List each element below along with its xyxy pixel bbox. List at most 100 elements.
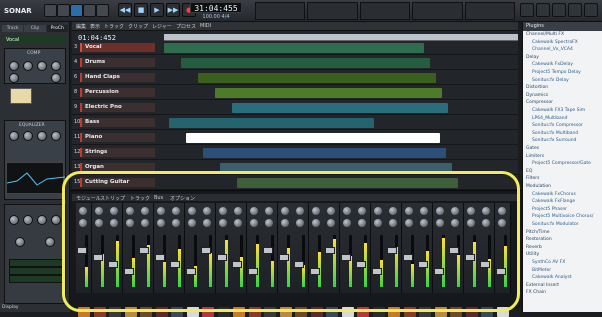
track-name[interactable]: Bass: [82, 118, 155, 127]
strip-thumbnail[interactable]: [372, 307, 385, 317]
gain-knob[interactable]: [280, 219, 289, 227]
volume-fader[interactable]: [263, 247, 273, 254]
plugin-item[interactable]: Gates: [526, 146, 539, 151]
screenset-3-button[interactable]: [552, 3, 566, 17]
track-row[interactable]: 4 Drums: [72, 57, 518, 70]
comp-mix-knob[interactable]: [51, 73, 61, 83]
punch-module[interactable]: [359, 2, 411, 20]
volume-fader[interactable]: [402, 254, 413, 261]
tool-edit-icon[interactable]: [83, 4, 96, 17]
pan-knob[interactable]: [358, 207, 366, 215]
tool-smart-icon[interactable]: [44, 4, 57, 17]
comp-gain-knob[interactable]: [9, 73, 19, 83]
settings-button[interactable]: [584, 3, 598, 17]
track-clip[interactable]: [169, 118, 374, 128]
gain-knob[interactable]: [187, 219, 196, 227]
strip-thumbnail[interactable]: [279, 307, 292, 317]
plugin-item[interactable]: Pitch/Time: [526, 230, 549, 235]
strip-thumbnail[interactable]: [124, 307, 137, 317]
volume-fader[interactable]: [449, 247, 459, 254]
track-clip[interactable]: [198, 73, 436, 83]
play-button[interactable]: ▶: [150, 3, 164, 17]
pan-knob[interactable]: [327, 207, 335, 215]
eq-low-knob[interactable]: [9, 131, 19, 141]
menu-edit[interactable]: 編集: [76, 23, 86, 30]
gain-knob[interactable]: [435, 219, 444, 227]
track-row[interactable]: 8 Percussion: [72, 87, 518, 100]
pan-knob[interactable]: [156, 207, 165, 215]
fx-slot-1[interactable]: [9, 259, 65, 267]
plugin-item[interactable]: Cakewalk FxChorus: [526, 192, 576, 197]
track-row[interactable]: 11 Piano: [72, 132, 518, 145]
volume-fader[interactable]: [139, 247, 149, 254]
plugin-item[interactable]: Sonitus:fx Surround: [526, 138, 576, 143]
performance-module[interactable]: [464, 2, 516, 20]
track-clip[interactable]: [164, 43, 424, 53]
eq-graph[interactable]: [6, 162, 66, 194]
pan-knob[interactable]: [234, 207, 242, 215]
volume-fader[interactable]: [232, 261, 242, 268]
pan-knob[interactable]: [311, 207, 320, 215]
track-name[interactable]: Cutting Guitar: [82, 178, 155, 187]
tool-move-icon[interactable]: [70, 4, 83, 17]
pan-knob[interactable]: [110, 207, 118, 215]
strip-thumbnail[interactable]: [450, 307, 462, 317]
plugin-item[interactable]: Utility: [526, 252, 539, 257]
plugin-item[interactable]: Channel/Multi FX: [526, 32, 564, 37]
menu-track[interactable]: トラック: [104, 23, 124, 30]
volume-fader[interactable]: [387, 247, 397, 254]
volume-fader[interactable]: [309, 268, 320, 275]
plugin-item[interactable]: External Insert: [526, 283, 559, 288]
pan-knob[interactable]: [466, 207, 475, 215]
pan-knob[interactable]: [482, 207, 490, 215]
strip-thumbnail[interactable]: [202, 307, 214, 317]
comp-ratio-knob[interactable]: [23, 61, 33, 71]
volume-fader[interactable]: [108, 261, 118, 268]
layout-button[interactable]: [568, 3, 582, 17]
track-name[interactable]: Percussion: [82, 88, 155, 97]
plugin-item[interactable]: Reverb: [526, 245, 542, 250]
gain-knob[interactable]: [497, 219, 506, 227]
eq-high-knob[interactable]: [51, 131, 61, 141]
strip-thumbnail[interactable]: [217, 307, 230, 317]
markers-module[interactable]: [255, 2, 306, 20]
gain-knob[interactable]: [296, 219, 304, 227]
sat-out-knob[interactable]: [37, 215, 47, 225]
strip-thumbnail[interactable]: [233, 307, 245, 317]
loop-module[interactable]: [307, 2, 358, 20]
menu-layer[interactable]: レジャー: [152, 23, 172, 30]
strip-thumbnail[interactable]: [357, 307, 369, 317]
pan-knob[interactable]: [280, 207, 289, 215]
plugin-item[interactable]: Dynamics: [526, 93, 548, 98]
comp-attack-knob[interactable]: [37, 61, 47, 71]
volume-fader[interactable]: [154, 254, 165, 261]
gain-knob[interactable]: [404, 219, 413, 227]
inspector-status[interactable]: Display: [0, 304, 70, 312]
menu-view[interactable]: 表示: [90, 23, 100, 30]
gain-knob[interactable]: [451, 219, 459, 227]
rewind-button[interactable]: ◀◀: [118, 3, 132, 17]
track-name[interactable]: Hand Claps: [82, 73, 155, 82]
track-name[interactable]: Organ: [82, 163, 155, 172]
track-clip[interactable]: [181, 58, 430, 68]
plugin-item[interactable]: Channel_Vx_VCA4: [526, 47, 573, 52]
strip-thumbnail[interactable]: [310, 307, 323, 317]
fx-slot-3[interactable]: [9, 275, 65, 283]
strip-thumbnail[interactable]: [465, 307, 478, 317]
track-name[interactable]: Strings: [82, 148, 155, 157]
plugin-item[interactable]: Project5 Tempo Delay: [526, 70, 581, 75]
pan-knob[interactable]: [172, 207, 180, 215]
strip-thumbnail[interactable]: [434, 307, 447, 317]
pan-knob[interactable]: [187, 207, 196, 215]
volume-fader[interactable]: [278, 254, 289, 261]
pan-knob[interactable]: [125, 207, 134, 215]
track-row[interactable]: 6 Hand Claps: [72, 72, 518, 85]
volume-fader[interactable]: [216, 254, 227, 261]
volume-fader[interactable]: [185, 268, 196, 275]
tool-select-icon[interactable]: [57, 4, 70, 17]
eq-lowmid-knob[interactable]: [23, 131, 33, 141]
track-clip[interactable]: [186, 133, 440, 143]
volume-fader[interactable]: [247, 268, 258, 275]
track-name[interactable]: Piano: [82, 133, 155, 142]
strip-thumbnail[interactable]: [341, 307, 354, 317]
